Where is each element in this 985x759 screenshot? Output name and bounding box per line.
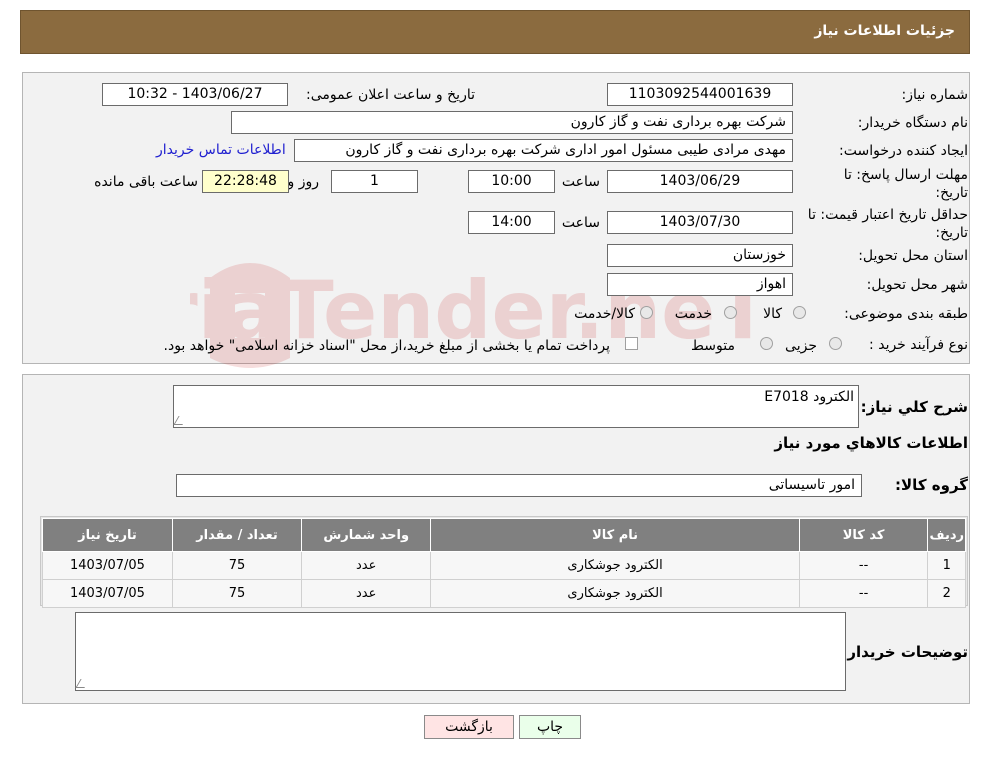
cell-quantity: 75 [171, 551, 303, 580]
items-table-wrap: رديف کد کالا نام کالا واحد شمارش تعداد /… [40, 516, 968, 608]
summary-textarea[interactable]: الکترود E7018 [173, 385, 859, 428]
cell-item-code: -- [798, 579, 929, 608]
category-radio-goods[interactable] [793, 306, 806, 319]
deadline-label-line1: مهلت ارسال پاسخ: تا [843, 167, 968, 183]
goods-info-title: اطلاعات کالاهاي مورد نياز [774, 434, 968, 452]
cell-row-number: 1 [927, 551, 966, 580]
process-option-medium: متوسط [691, 338, 735, 354]
days-label: روز و [287, 174, 320, 190]
summary-label: شرح کلي نياز: [860, 398, 968, 416]
resize-grip-icon[interactable] [75, 679, 90, 688]
buyer-notes-textarea[interactable] [75, 612, 846, 691]
process-option-minor: جزیی [785, 338, 817, 354]
category-label: طبقه بندی موضوعی: [844, 306, 968, 322]
col-row-number: رديف [927, 518, 966, 552]
creator-field: مهدی مرادی طیبی مسئول امور اداری شرکت به… [294, 139, 793, 162]
deadline-label: مهلت ارسال پاسخ: تا تاریخ: [844, 166, 968, 202]
validity-time-label: ساعت [561, 215, 600, 231]
cell-item-name: الکترود جوشکاری [430, 579, 800, 608]
category-radio-service[interactable] [724, 306, 737, 319]
col-unit: واحد شمارش [300, 518, 432, 552]
col-item-name: نام کالا [430, 518, 800, 552]
province-label: استان محل تحویل: [858, 248, 968, 264]
back-button[interactable]: بازگشت [424, 715, 514, 739]
deadline-label-line2: تاریخ: [935, 185, 968, 201]
process-radio-medium[interactable] [760, 337, 773, 350]
page-title: جزئیات اطلاعات نیاز [814, 23, 955, 39]
need-number-label: شماره نیاز: [901, 87, 969, 103]
validity-time-field: 14:00 [468, 211, 555, 234]
col-quantity: تعداد / مقدار [171, 518, 303, 552]
category-option-goods-service: کالا/خدمت [574, 306, 635, 322]
cell-quantity: 75 [171, 579, 303, 608]
resize-grip-icon[interactable] [173, 416, 188, 425]
treasury-checkbox[interactable] [625, 337, 638, 350]
col-item-code: کد کالا [798, 518, 929, 552]
group-field: امور تاسیساتی [176, 474, 862, 497]
table-row: 2 -- الکترود جوشکاری عدد 75 1403/07/05 [42, 579, 966, 608]
deadline-date-field: 1403/06/29 [607, 170, 793, 193]
col-need-date: تاريخ نياز [42, 518, 173, 552]
buyer-org-label: نام دستگاه خریدار: [857, 115, 968, 131]
need-number-field: 1103092544001639 [607, 83, 793, 106]
validity-label: حداقل تاریخ اعتبار قیمت: تا تاریخ: [808, 206, 968, 242]
summary-text: الکترود E7018 [764, 389, 854, 405]
table-header-row: رديف کد کالا نام کالا واحد شمارش تعداد /… [42, 518, 966, 552]
announce-label: تاریخ و ساعت اعلان عمومی: [306, 87, 475, 103]
page-header: جزئیات اطلاعات نیاز [20, 10, 970, 54]
cell-need-date: 1403/07/05 [42, 579, 173, 608]
cell-item-name: الکترود جوشکاری [430, 551, 800, 580]
contact-buyer-link[interactable]: اطلاعات تماس خریدار [156, 142, 286, 158]
city-field: اهواز [607, 273, 793, 296]
cell-row-number: 2 [927, 579, 966, 608]
process-radio-minor[interactable] [829, 337, 842, 350]
items-table: رديف کد کالا نام کالا واحد شمارش تعداد /… [42, 518, 966, 608]
creator-label: ایجاد کننده درخواست: [839, 143, 968, 159]
category-option-service: خدمت [674, 306, 712, 322]
cell-unit: عدد [300, 579, 432, 608]
remaining-time-field: 22:28:48 [202, 170, 289, 193]
validity-date-field: 1403/07/30 [607, 211, 793, 234]
cell-need-date: 1403/07/05 [42, 551, 173, 580]
days-field: 1 [331, 170, 418, 193]
buyer-org-field: شرکت بهره برداری نفت و گاز کارون [231, 111, 793, 134]
print-button[interactable]: چاپ [519, 715, 581, 739]
deadline-time-field: 10:00 [468, 170, 555, 193]
cell-unit: عدد [300, 551, 432, 580]
province-field: خوزستان [607, 244, 793, 267]
buyer-notes-label: توضیحات خریدار: [841, 643, 968, 661]
category-radio-goods-service[interactable] [640, 306, 653, 319]
deadline-time-label: ساعت [561, 174, 600, 190]
payment-note: پرداخت تمام یا بخشی از مبلغ خرید،از محل … [163, 338, 610, 354]
validity-label-line1: حداقل تاریخ اعتبار قیمت: تا [807, 207, 968, 223]
announce-field: 1403/06/27 - 10:32 [102, 83, 288, 106]
validity-label-line2: تاریخ: [935, 225, 968, 241]
table-row: 1 -- الکترود جوشکاری عدد 75 1403/07/05 [42, 551, 966, 580]
category-option-goods: کالا [763, 306, 782, 322]
process-label: نوع فرآیند خرید : [869, 337, 968, 353]
remaining-label: ساعت باقی مانده [94, 174, 198, 190]
group-label: گروه کالا: [895, 476, 968, 494]
cell-item-code: -- [798, 551, 929, 580]
city-label: شهر محل تحویل: [866, 277, 968, 293]
